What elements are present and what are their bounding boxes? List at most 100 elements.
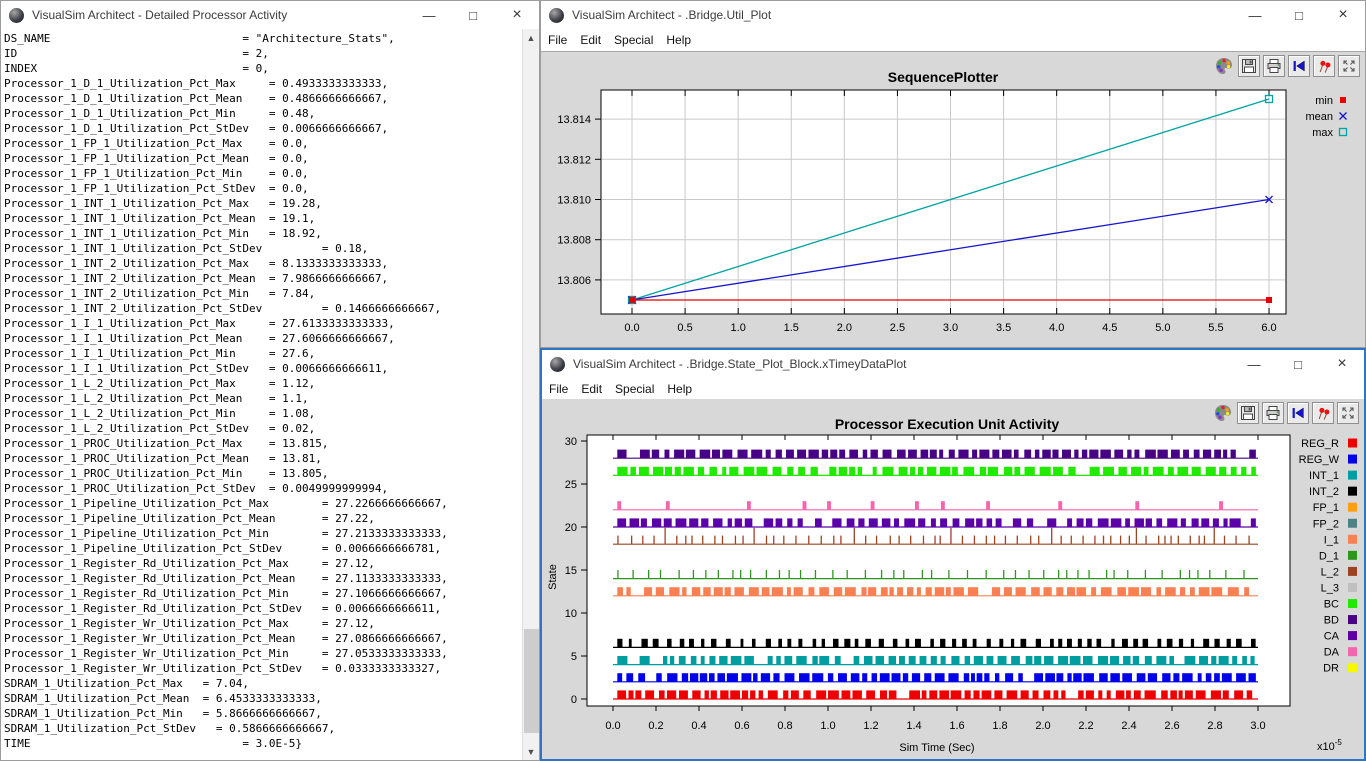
svg-text:INT_2: INT_2: [1309, 486, 1339, 498]
titlebar: VisualSim Architect - Detailed Processor…: [1, 1, 539, 29]
markers-button[interactable]: [1312, 402, 1334, 424]
svg-text:max: max: [1312, 127, 1333, 139]
svg-text:1.0: 1.0: [820, 720, 835, 732]
palette-button[interactable]: [1213, 55, 1235, 77]
svg-text:13.812: 13.812: [557, 154, 591, 166]
app-icon: [549, 8, 564, 23]
svg-text:2.5: 2.5: [890, 322, 905, 334]
svg-text:20: 20: [565, 522, 577, 534]
print-button[interactable]: [1262, 402, 1284, 424]
svg-text:2.8: 2.8: [1207, 720, 1222, 732]
menu-item-help[interactable]: Help: [667, 382, 692, 396]
svg-text:DA: DA: [1324, 647, 1340, 659]
svg-text:3.5: 3.5: [996, 322, 1011, 334]
maximize-button[interactable]: □: [1277, 1, 1321, 29]
svg-text:SequencePlotter: SequencePlotter: [888, 69, 999, 85]
maximize-button[interactable]: □: [1276, 350, 1320, 378]
svg-text:10: 10: [565, 608, 577, 620]
menu-item-file[interactable]: File: [549, 382, 568, 396]
svg-text:Sim Time (Sec): Sim Time (Sec): [899, 742, 974, 754]
menu-item-special[interactable]: Special: [615, 382, 654, 396]
svg-text:1.0: 1.0: [731, 322, 746, 334]
vertical-scrollbar[interactable]: ▲ ▼: [522, 29, 539, 760]
print-icon: [1265, 405, 1281, 421]
scroll-up-icon[interactable]: ▲: [523, 29, 539, 46]
svg-text:13.810: 13.810: [557, 195, 591, 207]
save-icon: [1240, 405, 1256, 421]
plot-panel: 0.00.20.40.60.81.01.21.41.61.82.02.22.42…: [542, 399, 1364, 759]
svg-text:DR: DR: [1323, 663, 1339, 675]
svg-text:0.0: 0.0: [624, 322, 639, 334]
scroll-down-icon[interactable]: ▼: [523, 743, 539, 760]
maximize-button[interactable]: □: [451, 1, 495, 29]
print-button[interactable]: [1263, 55, 1285, 77]
svg-text:13.806: 13.806: [557, 275, 591, 287]
sequence-plotter-chart[interactable]: 0.00.51.01.52.02.53.03.54.04.55.05.56.01…: [541, 52, 1366, 349]
scrollbar-thumb[interactable]: [524, 629, 539, 733]
markers-icon: [1315, 405, 1331, 421]
stats-body[interactable]: DS_NAME = "Architecture_Stats", ID = 2, …: [1, 29, 539, 760]
svg-text:0.8: 0.8: [777, 720, 792, 732]
svg-text:0.5: 0.5: [677, 322, 692, 334]
svg-text:Processor Execution Unit Activ: Processor Execution Unit Activity: [835, 416, 1060, 432]
close-button[interactable]: ×: [1321, 1, 1365, 29]
save-button[interactable]: [1238, 55, 1260, 77]
minimize-button[interactable]: —: [407, 1, 451, 29]
svg-text:INT_1: INT_1: [1309, 470, 1339, 482]
svg-text:0: 0: [571, 694, 577, 706]
svg-text:13.808: 13.808: [557, 235, 591, 247]
plot-toolbar: [1212, 402, 1359, 424]
menu-item-help[interactable]: Help: [666, 33, 691, 47]
svg-text:4.5: 4.5: [1102, 322, 1117, 334]
state-activity-chart[interactable]: 0.00.20.40.60.81.01.21.41.61.82.02.22.42…: [542, 399, 1366, 761]
svg-text:2.0: 2.0: [837, 322, 852, 334]
svg-text:2.2: 2.2: [1078, 720, 1093, 732]
window-title: VisualSim Architect - .Bridge.State_Plot…: [573, 357, 1232, 371]
svg-text:State: State: [547, 564, 559, 590]
stats-text: DS_NAME = "Architecture_Stats", ID = 2, …: [1, 29, 539, 751]
svg-text:3.0: 3.0: [1250, 720, 1265, 732]
window-title: VisualSim Architect - Detailed Processor…: [32, 8, 407, 22]
svg-text:5.5: 5.5: [1208, 322, 1223, 334]
go-start-button[interactable]: [1287, 402, 1309, 424]
svg-text:30: 30: [565, 436, 577, 448]
save-button[interactable]: [1237, 402, 1259, 424]
titlebar: VisualSim Architect - .Bridge.Util_Plot …: [541, 1, 1365, 29]
go-start-icon: [1291, 58, 1307, 74]
svg-text:I_1: I_1: [1324, 534, 1339, 546]
svg-text:BC: BC: [1324, 599, 1339, 611]
svg-text:1.5: 1.5: [784, 322, 799, 334]
menu-item-file[interactable]: File: [548, 33, 567, 47]
close-button[interactable]: ×: [495, 1, 539, 29]
svg-text:L_3: L_3: [1321, 582, 1339, 594]
plot-panel: 0.00.51.01.52.02.53.03.54.04.55.05.56.01…: [541, 52, 1365, 347]
svg-text:min: min: [1315, 95, 1333, 107]
palette-icon: [1213, 403, 1233, 423]
menu-item-special[interactable]: Special: [614, 33, 653, 47]
svg-text:2.0: 2.0: [1035, 720, 1050, 732]
minimize-button[interactable]: —: [1233, 1, 1277, 29]
go-start-button[interactable]: [1288, 55, 1310, 77]
svg-text:FP_2: FP_2: [1313, 518, 1339, 530]
svg-text:L_2: L_2: [1321, 566, 1339, 578]
svg-text:5.0: 5.0: [1155, 322, 1170, 334]
expand-button[interactable]: [1337, 402, 1359, 424]
svg-text:CA: CA: [1324, 631, 1340, 643]
expand-button[interactable]: [1338, 55, 1360, 77]
markers-icon: [1316, 58, 1332, 74]
titlebar: VisualSim Architect - .Bridge.State_Plot…: [542, 350, 1364, 378]
menu-item-edit[interactable]: Edit: [581, 382, 602, 396]
close-button[interactable]: ×: [1320, 350, 1364, 378]
svg-text:3.0: 3.0: [943, 322, 958, 334]
svg-text:1.6: 1.6: [949, 720, 964, 732]
markers-button[interactable]: [1313, 55, 1335, 77]
print-icon: [1266, 58, 1282, 74]
menu-item-edit[interactable]: Edit: [580, 33, 601, 47]
minimize-button[interactable]: —: [1232, 350, 1276, 378]
svg-text:1.8: 1.8: [992, 720, 1007, 732]
svg-text:D_1: D_1: [1319, 550, 1339, 562]
svg-text:BD: BD: [1324, 615, 1339, 627]
palette-button[interactable]: [1212, 402, 1234, 424]
desktop: VisualSim Architect - Detailed Processor…: [0, 0, 1366, 761]
svg-text:4.0: 4.0: [1049, 322, 1064, 334]
